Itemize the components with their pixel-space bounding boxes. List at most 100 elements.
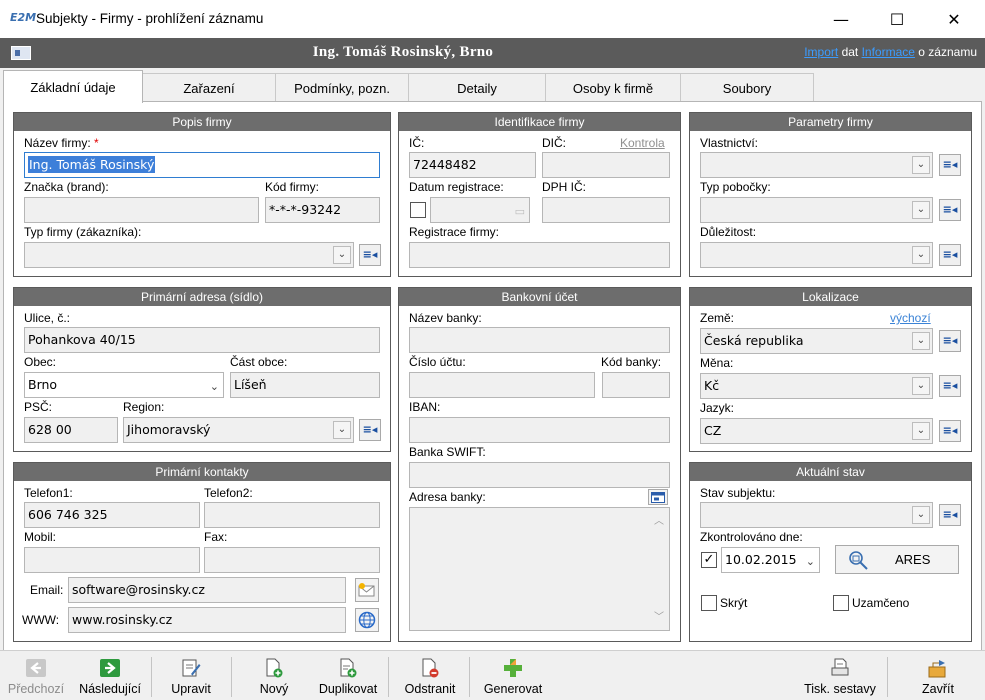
- list-select-button[interactable]: ≡◂: [939, 330, 961, 352]
- list-select-button[interactable]: ≡◂: [939, 244, 961, 266]
- tab-podminky[interactable]: Podmínky, pozn.: [275, 73, 409, 102]
- typ-pobocky-select[interactable]: ⌄: [700, 197, 933, 223]
- calendar-icon[interactable]: ▭: [515, 200, 525, 222]
- print-reports-button[interactable]: Tisk. sestavy: [796, 653, 884, 699]
- window-titlebar: E2M Subjekty - Firmy - prohlížení záznam…: [0, 0, 985, 38]
- ares-button[interactable]: ARES: [835, 545, 959, 574]
- chevron-down-icon[interactable]: ⌄: [210, 375, 219, 397]
- group-aktualni-stav: Aktuální stav Stav subjektu: ⌄ ≡◂ Zkontr…: [689, 462, 972, 642]
- obec-select[interactable]: Brno ⌄: [24, 372, 224, 398]
- list-select-button[interactable]: ≡◂: [939, 154, 961, 176]
- region-select[interactable]: Jihomoravský ⌄: [123, 417, 354, 443]
- list-select-button[interactable]: ≡◂: [939, 504, 961, 526]
- email-input[interactable]: software@rosinsky.cz: [68, 577, 346, 603]
- edit-icon: [180, 657, 202, 679]
- chevron-down-icon[interactable]: ⌄: [912, 332, 930, 350]
- close-window-button[interactable]: ✕: [931, 0, 977, 38]
- fax-input[interactable]: [204, 547, 380, 573]
- nazev-firmy-input[interactable]: Ing. Tomáš Rosinský: [24, 152, 380, 178]
- dulezitost-select[interactable]: ⌄: [700, 242, 933, 268]
- tab-soubory[interactable]: Soubory: [680, 73, 814, 102]
- chevron-down-icon[interactable]: ⌄: [333, 421, 351, 439]
- stav-subjektu-label: Stav subjektu:: [700, 486, 776, 500]
- jazyk-value: CZ: [704, 423, 722, 438]
- jazyk-select[interactable]: CZ ⌄: [700, 418, 933, 444]
- list-select-button[interactable]: ≡◂: [939, 199, 961, 221]
- znacka-input[interactable]: [24, 197, 259, 223]
- kod-banky-label: Kód banky:: [601, 355, 662, 369]
- mena-select[interactable]: Kč ⌄: [700, 373, 933, 399]
- cast-obce-label: Část obce:: [230, 355, 288, 369]
- minimize-button[interactable]: —: [818, 0, 864, 38]
- list-select-button[interactable]: ≡◂: [939, 420, 961, 442]
- chevron-down-icon[interactable]: ⌄: [912, 246, 930, 264]
- telefon1-label: Telefon1:: [24, 486, 73, 500]
- chevron-down-icon[interactable]: ⌄: [912, 377, 930, 395]
- cislo-uctu-input[interactable]: [409, 372, 595, 398]
- zkontrolovano-date-input[interactable]: 10.02.2015 ⌄: [721, 547, 820, 573]
- dic-input[interactable]: [542, 152, 670, 178]
- list-select-button[interactable]: ≡◂: [359, 419, 381, 441]
- new-button[interactable]: Nový: [240, 653, 308, 699]
- cislo-uctu-label: Číslo účtu:: [409, 355, 466, 369]
- registrace-input[interactable]: [409, 242, 670, 268]
- cast-obce-input[interactable]: Líšeň: [230, 372, 380, 398]
- ic-input[interactable]: 72448482: [409, 152, 536, 178]
- next-button[interactable]: Následující: [74, 653, 146, 699]
- edit-button[interactable]: Upravit: [158, 653, 224, 699]
- chevron-down-icon[interactable]: ⌄: [912, 156, 930, 174]
- mobil-input[interactable]: [24, 547, 200, 573]
- toolbar-separator: [231, 657, 232, 697]
- list-select-button[interactable]: ≡◂: [359, 244, 381, 266]
- chevron-down-icon[interactable]: ⌄: [333, 246, 351, 264]
- generate-button[interactable]: Generovat: [476, 653, 550, 699]
- scroll-down-icon[interactable]: ﹀: [651, 606, 667, 630]
- zeme-select[interactable]: Česká republika ⌄: [700, 328, 933, 354]
- delete-button[interactable]: Odstranit: [396, 653, 464, 699]
- chevron-down-icon[interactable]: ⌄: [912, 422, 930, 440]
- skryt-checkbox[interactable]: [701, 595, 717, 611]
- previous-button[interactable]: Předchozí: [4, 653, 68, 699]
- import-link[interactable]: Import: [804, 45, 838, 59]
- swift-input[interactable]: [409, 462, 670, 488]
- list-select-button[interactable]: ≡◂: [939, 375, 961, 397]
- typ-firmy-select[interactable]: ⌄: [24, 242, 354, 268]
- www-input[interactable]: www.rosinsky.cz: [68, 607, 346, 633]
- adresa-banky-textarea[interactable]: ︿ ﹀: [409, 507, 670, 631]
- zkontrolovano-checkbox[interactable]: ✓: [701, 552, 717, 568]
- maximize-button[interactable]: ☐: [874, 0, 920, 38]
- datum-registrace-input[interactable]: ▭: [430, 197, 530, 223]
- stav-subjektu-select[interactable]: ⌄: [700, 502, 933, 528]
- tab-zakladni-udaje[interactable]: Základní údaje: [3, 70, 143, 103]
- zkontrolovano-label: Zkontrolováno dne:: [700, 530, 803, 544]
- iban-input[interactable]: [409, 417, 670, 443]
- nazev-banky-input[interactable]: [409, 327, 670, 353]
- tab-zarazeni[interactable]: Zařazení: [142, 73, 276, 102]
- scroll-up-icon[interactable]: ︿: [651, 510, 667, 534]
- vychozi-link[interactable]: výchozí: [890, 311, 931, 325]
- expand-editor-icon[interactable]: [648, 489, 668, 505]
- chevron-down-icon[interactable]: ⌄: [806, 550, 815, 572]
- tab-osoby[interactable]: Osoby k firmě: [545, 73, 681, 102]
- chevron-down-icon[interactable]: ⌄: [912, 506, 930, 524]
- duplicate-icon: [337, 657, 359, 679]
- kontrola-link[interactable]: Kontrola: [620, 136, 665, 150]
- tab-detaily[interactable]: Detaily: [408, 73, 546, 102]
- datum-registrace-checkbox[interactable]: [410, 202, 426, 218]
- dph-ic-label: DPH IČ:: [542, 180, 587, 194]
- duplicate-button[interactable]: Duplikovat: [312, 653, 384, 699]
- close-button[interactable]: Zavřít: [908, 653, 968, 699]
- telefon1-input[interactable]: 606 746 325: [24, 502, 200, 528]
- send-email-icon[interactable]: [355, 578, 379, 602]
- kod-banky-input[interactable]: [602, 372, 670, 398]
- ulice-input[interactable]: Pohankova 40/15: [24, 327, 380, 353]
- telefon2-input[interactable]: [204, 502, 380, 528]
- dph-ic-input[interactable]: [542, 197, 670, 223]
- kod-firmy-input[interactable]: *-*-*-93242: [265, 197, 380, 223]
- chevron-down-icon[interactable]: ⌄: [912, 201, 930, 219]
- vlastnictvi-select[interactable]: ⌄: [700, 152, 933, 178]
- globe-icon[interactable]: [355, 608, 379, 632]
- psc-input[interactable]: 628 00: [24, 417, 118, 443]
- uzamceno-checkbox[interactable]: [833, 595, 849, 611]
- info-link[interactable]: Informace: [862, 45, 915, 59]
